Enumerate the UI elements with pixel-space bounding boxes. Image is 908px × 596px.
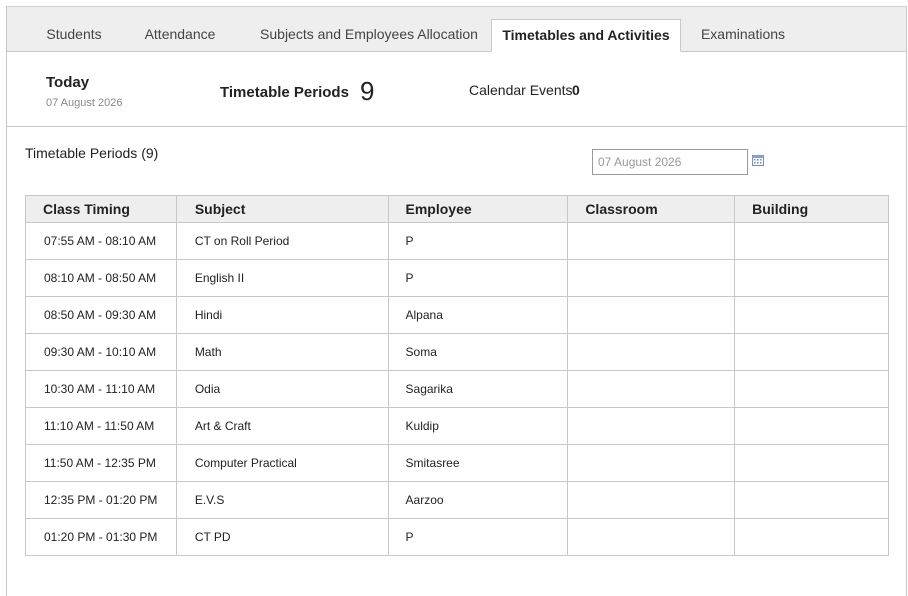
summary-panel: Today 07 August 2026 Timetable Periods 9… — [6, 52, 907, 127]
cell-class-timing: 12:35 PM - 01:20 PM — [25, 481, 177, 519]
cell-subject: CT PD — [175, 518, 389, 556]
cell-classroom — [567, 222, 736, 260]
table-row: 11:10 AM - 11:50 AM Art & Craft Kuldip — [25, 407, 889, 445]
header-class-timing: Class Timing — [25, 195, 177, 223]
cell-class-timing: 01:20 PM - 01:30 PM — [25, 518, 177, 556]
cell-classroom — [567, 333, 736, 371]
table-row: 01:20 PM - 01:30 PM CT PD P — [25, 518, 889, 556]
table-row: 09:30 AM - 10:10 AM Math Soma — [25, 333, 889, 371]
cell-building — [734, 407, 889, 445]
tab-bar: Students Attendance Subjects and Employe… — [6, 6, 907, 52]
cell-subject: Math — [175, 333, 389, 371]
table-header-row: Class Timing Subject Employee Classroom … — [25, 195, 889, 223]
cell-building — [734, 444, 889, 482]
cell-building — [734, 481, 889, 519]
cell-class-timing: 09:30 AM - 10:10 AM — [25, 333, 177, 371]
table-row: 12:35 PM - 01:20 PM E.V.S Aarzoo — [25, 481, 889, 519]
table-row: 07:55 AM - 08:10 AM CT on Roll Period P — [25, 222, 889, 260]
cell-subject: English II — [175, 259, 389, 297]
cell-class-timing: 07:55 AM - 08:10 AM — [25, 222, 177, 260]
header-building: Building — [734, 195, 889, 223]
cell-subject: CT on Roll Period — [175, 222, 389, 260]
cell-employee: Aarzoo — [387, 481, 569, 519]
calendar-icon[interactable] — [752, 155, 764, 166]
cell-employee: Sagarika — [387, 370, 569, 408]
header-classroom: Classroom — [567, 195, 736, 223]
table-row: 08:10 AM - 08:50 AM English II P — [25, 259, 889, 297]
cell-building — [734, 296, 889, 334]
cell-subject: Art & Craft — [175, 407, 389, 445]
cell-classroom — [567, 407, 736, 445]
cell-classroom — [567, 481, 736, 519]
cell-classroom — [567, 370, 736, 408]
cell-subject: E.V.S — [175, 481, 389, 519]
header-subject: Subject — [175, 195, 389, 223]
cell-classroom — [567, 259, 736, 297]
calendar-events-label: Calendar Events — [469, 82, 573, 98]
cell-building — [734, 222, 889, 260]
tab-timetables-activities[interactable]: Timetables and Activities — [491, 19, 681, 52]
cell-building — [734, 370, 889, 408]
cell-employee: Kuldip — [387, 407, 569, 445]
cell-classroom — [567, 444, 736, 482]
cell-building — [734, 259, 889, 297]
cell-class-timing: 08:10 AM - 08:50 AM — [25, 259, 177, 297]
cell-subject: Odia — [175, 370, 389, 408]
timetable-periods-count: 9 — [360, 76, 375, 106]
table-row: 11:50 AM - 12:35 PM Computer Practical S… — [25, 444, 889, 482]
cell-class-timing: 08:50 AM - 09:30 AM — [25, 296, 177, 334]
today-label: Today — [46, 74, 90, 91]
cell-employee: P — [387, 259, 569, 297]
cell-classroom — [567, 518, 736, 556]
cell-class-timing: 11:10 AM - 11:50 AM — [25, 407, 177, 445]
cell-employee: Soma — [387, 333, 569, 371]
tab-examinations[interactable]: Examinations — [693, 19, 793, 53]
cell-class-timing: 10:30 AM - 11:10 AM — [25, 370, 177, 408]
cell-subject: Hindi — [175, 296, 389, 334]
date-picker-input[interactable] — [592, 149, 748, 175]
timetable-table: Class Timing Subject Employee Classroom … — [25, 195, 889, 556]
cell-subject: Computer Practical — [175, 444, 389, 482]
header-employee: Employee — [387, 195, 569, 223]
cell-building — [734, 333, 889, 371]
tab-attendance[interactable]: Attendance — [129, 19, 231, 53]
cell-employee: Alpana — [387, 296, 569, 334]
table-row: 10:30 AM - 11:10 AM Odia Sagarika — [25, 370, 889, 408]
today-date: 07 August 2026 — [46, 97, 123, 109]
tab-subjects-employees-allocation[interactable]: Subjects and Employees Allocation — [247, 19, 491, 53]
timetable-periods-label: Timetable Periods — [220, 84, 349, 101]
calendar-events-count: 0 — [572, 82, 580, 98]
cell-building — [734, 518, 889, 556]
tab-students[interactable]: Students — [31, 19, 117, 53]
table-row: 08:50 AM - 09:30 AM Hindi Alpana — [25, 296, 889, 334]
cell-employee: P — [387, 518, 569, 556]
cell-employee: Smitasree — [387, 444, 569, 482]
cell-employee: P — [387, 222, 569, 260]
cell-classroom — [567, 296, 736, 334]
section-title: Timetable Periods (9) — [25, 145, 159, 161]
cell-class-timing: 11:50 AM - 12:35 PM — [25, 444, 177, 482]
